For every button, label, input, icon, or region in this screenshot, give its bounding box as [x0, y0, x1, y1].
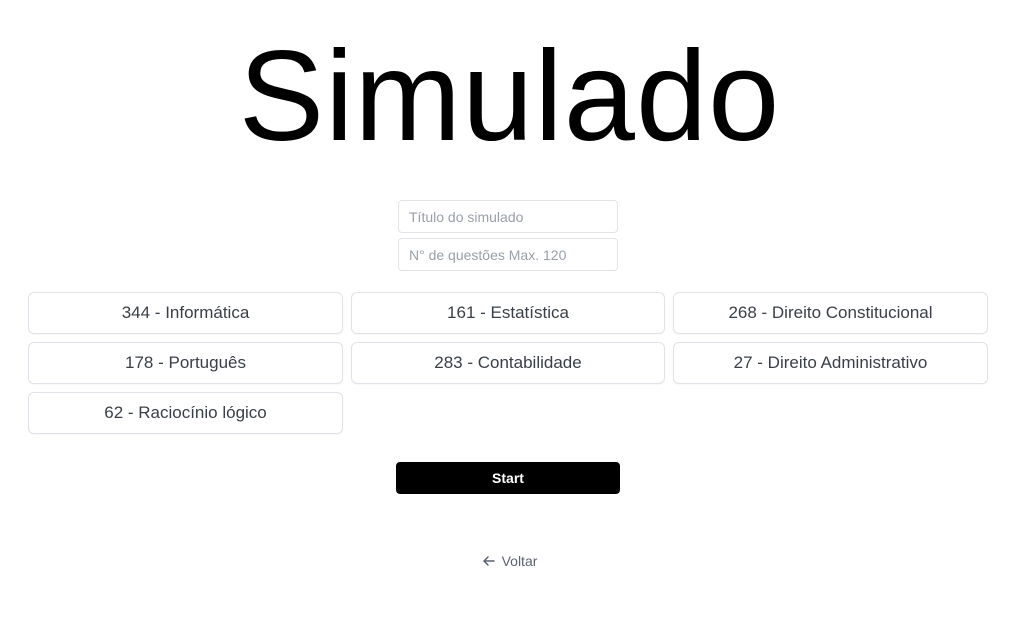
subject-button-raciocinio-logico[interactable]: 62 - Raciocínio lógico — [28, 392, 343, 434]
subject-button-direito-administrativo[interactable]: 27 - Direito Administrativo — [673, 342, 988, 384]
subject-button-estatistica[interactable]: 161 - Estatística — [351, 292, 665, 334]
question-count-input[interactable] — [398, 238, 618, 271]
back-link-label: Voltar — [501, 553, 538, 569]
simulado-title-input[interactable] — [398, 200, 618, 233]
subject-button-contabilidade[interactable]: 283 - Contabilidade — [351, 342, 665, 384]
page-title: Simulado — [238, 25, 781, 168]
start-button[interactable]: Start — [396, 462, 620, 494]
subject-button-portugues[interactable]: 178 - Português — [28, 342, 343, 384]
arrow-left-icon — [482, 554, 496, 568]
subject-button-informatica[interactable]: 344 - Informática — [28, 292, 343, 334]
back-link[interactable]: Voltar — [0, 553, 1019, 569]
subject-button-direito-constitucional[interactable]: 268 - Direito Constitucional — [673, 292, 988, 334]
subject-grid: 344 - Informática 161 - Estatística 268 … — [28, 292, 988, 434]
